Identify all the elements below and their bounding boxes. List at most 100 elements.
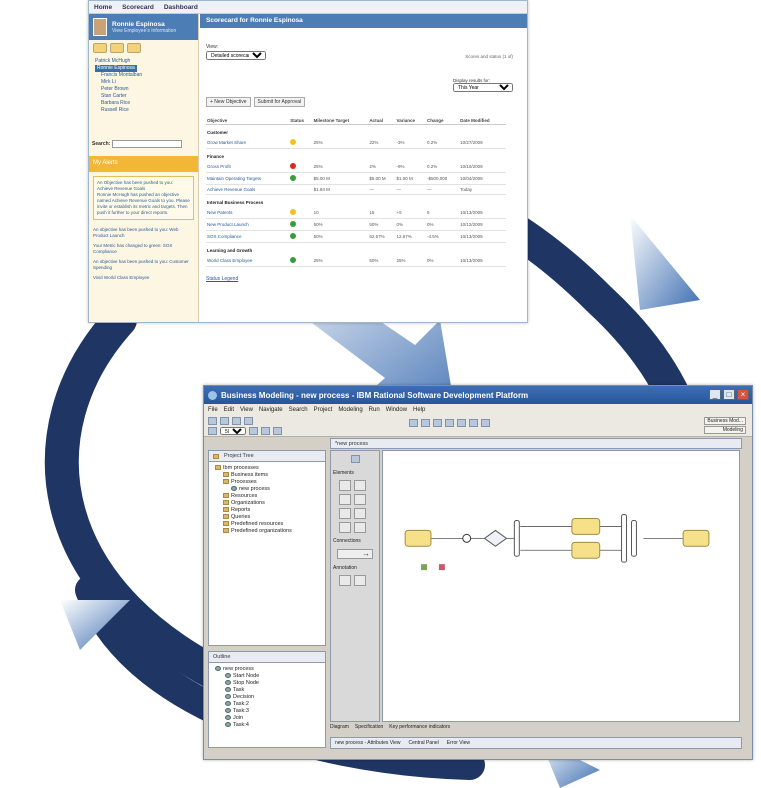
join-tool-icon[interactable]: [354, 522, 366, 533]
stop-marker[interactable]: [438, 564, 445, 571]
objective-link[interactable]: SOX Compliance: [206, 230, 290, 243]
subprocess-tool-icon[interactable]: [354, 480, 366, 491]
tree-item[interactable]: Francis Montalban: [95, 72, 194, 79]
menu-help[interactable]: Help: [413, 407, 425, 413]
window-icon[interactable]: [469, 419, 478, 427]
merge-tool-icon[interactable]: [354, 508, 366, 519]
objective-link[interactable]: Achieve Revenue Goals: [206, 184, 290, 195]
search-input[interactable]: [112, 140, 183, 148]
start-tool-icon[interactable]: [339, 494, 351, 505]
task-node[interactable]: [571, 518, 601, 535]
annotation-tool-icon[interactable]: [339, 575, 351, 586]
join-node[interactable]: [621, 514, 628, 563]
outline-item[interactable]: new process: [215, 666, 319, 673]
tree-item[interactable]: Predefined resources: [215, 521, 319, 528]
tree-item[interactable]: Russell Rice: [95, 107, 194, 114]
perspective-modeling[interactable]: Modeling: [704, 426, 746, 434]
process-diagram-canvas[interactable]: [382, 450, 740, 722]
menu-file[interactable]: File: [208, 407, 218, 413]
menu-run[interactable]: Run: [369, 407, 380, 413]
objective-link[interactable]: Gross Profit: [206, 161, 290, 173]
tab-attributes-view[interactable]: new process - Attributes View: [335, 740, 401, 746]
task-node[interactable]: [682, 529, 710, 547]
nav-scorecard[interactable]: Scorecard: [122, 4, 154, 11]
tree-item[interactable]: Barbara Rice: [95, 100, 194, 107]
outline-item[interactable]: Start Node: [215, 673, 319, 680]
task-tool-icon[interactable]: [339, 480, 351, 491]
note-tool-icon[interactable]: [354, 575, 366, 586]
perspective-business-modeling[interactable]: Business Mod...: [704, 417, 746, 425]
objective-link[interactable]: Maintain Operating Targets: [206, 172, 290, 185]
outline-item[interactable]: Task:2: [215, 701, 319, 708]
zoom-in-icon[interactable]: [249, 427, 258, 435]
tab-diagram[interactable]: Diagram: [330, 724, 349, 730]
task-node[interactable]: [571, 541, 601, 559]
undo-icon[interactable]: [208, 427, 217, 435]
nav-home[interactable]: Home: [94, 4, 112, 11]
submit-approval-button[interactable]: Submit for Approval: [253, 97, 306, 107]
menu-modeling[interactable]: Modeling: [338, 407, 362, 413]
tab-new-process[interactable]: *new process: [335, 441, 368, 447]
outline-item[interactable]: Decision: [215, 694, 319, 701]
new-icon[interactable]: [208, 417, 217, 425]
objective-link[interactable]: World Class Employee: [206, 255, 290, 267]
alert-text[interactable]: Vivid World Class Employee: [93, 275, 194, 281]
outline-item[interactable]: Task:3: [215, 708, 319, 715]
zoom-select[interactable]: 50%: [220, 427, 246, 435]
distribute-icon[interactable]: [457, 419, 466, 427]
period-select[interactable]: This Year: [453, 83, 513, 92]
menu-view[interactable]: View: [240, 407, 253, 413]
objective-link[interactable]: Grow Market Share: [206, 137, 290, 149]
tab-kpi[interactable]: Key performance indicators: [389, 724, 450, 730]
tree-item[interactable]: Patrick McHugh: [95, 58, 194, 65]
tree-item[interactable]: Ibm processes: [215, 465, 319, 472]
tree-item[interactable]: Peter Brown: [95, 86, 194, 93]
tree-item[interactable]: Stan Carter: [95, 93, 194, 100]
tree-item[interactable]: Queries: [215, 514, 319, 521]
tree-item[interactable]: Mirk Li: [95, 79, 194, 86]
tree-item[interactable]: new process: [215, 486, 319, 493]
view-select[interactable]: Detailed scorecard: [206, 51, 266, 60]
zoom-out-icon[interactable]: [261, 427, 270, 435]
nav-dashboard[interactable]: Dashboard: [164, 4, 198, 11]
layout-icon[interactable]: [433, 419, 442, 427]
print-icon[interactable]: [244, 417, 253, 425]
join-node[interactable]: [630, 519, 637, 557]
objective-link[interactable]: New Patents: [206, 207, 290, 219]
tree-item[interactable]: Business items: [215, 472, 319, 479]
objective-link[interactable]: New Product Launch: [206, 218, 290, 231]
target-icon[interactable]: [110, 43, 124, 53]
tree-item[interactable]: Reports: [215, 507, 319, 514]
menu-project[interactable]: Project: [314, 407, 333, 413]
grid-icon[interactable]: [273, 427, 282, 435]
decision-node[interactable]: [483, 529, 508, 547]
alert-card[interactable]: An Objective has been pushed to you: Ach…: [93, 176, 194, 220]
task-node[interactable]: [404, 529, 432, 547]
menu-navigate[interactable]: Navigate: [259, 407, 283, 413]
outline-item[interactable]: Task:4: [215, 722, 319, 729]
debug-icon[interactable]: [421, 419, 430, 427]
menu-edit[interactable]: Edit: [224, 407, 234, 413]
outline-item[interactable]: Stop Node: [215, 680, 319, 687]
open-icon[interactable]: [220, 417, 229, 425]
table-header[interactable]: Milestone Target: [312, 117, 369, 125]
align-icon[interactable]: [445, 419, 454, 427]
select-tool-icon[interactable]: [350, 455, 360, 463]
people-icon[interactable]: [93, 43, 107, 53]
alert-text[interactable]: An objective has been pushed to you: Cus…: [93, 259, 194, 271]
table-header[interactable]: Actual: [368, 117, 396, 125]
close-button[interactable]: ×: [737, 389, 749, 400]
minimize-button[interactable]: _: [709, 389, 721, 400]
save-icon[interactable]: [232, 417, 241, 425]
tab-project-tree[interactable]: Project Tree: [209, 451, 325, 462]
maximize-button[interactable]: □: [723, 389, 735, 400]
tree-item[interactable]: Predefined organizations: [215, 528, 319, 535]
status-legend-link[interactable]: Status Legend: [206, 276, 238, 282]
connection-tool-icon[interactable]: [337, 549, 373, 559]
table-header[interactable]: Variance: [395, 117, 426, 125]
run-icon[interactable]: [409, 419, 418, 427]
start-marker[interactable]: [421, 564, 427, 571]
tree-item[interactable]: Processes: [215, 479, 319, 486]
outline-item[interactable]: Task: [215, 687, 319, 694]
table-header[interactable]: Status: [289, 117, 313, 125]
